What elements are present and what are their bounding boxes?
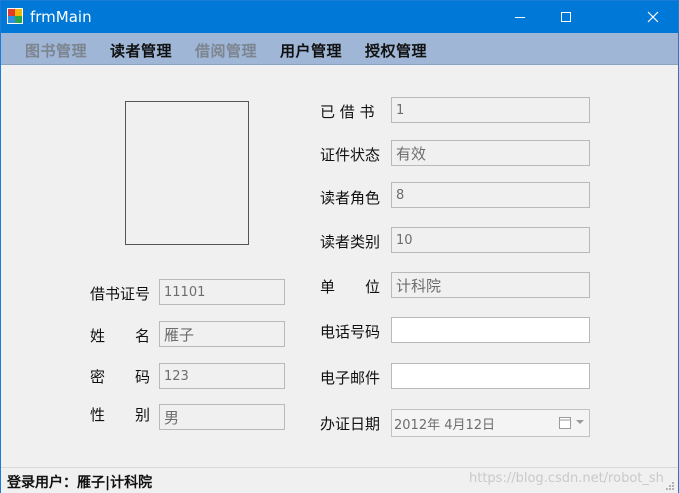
minimize-icon: [515, 17, 525, 18]
name-field[interactable]: 雁子: [159, 321, 285, 347]
borrowed-label: 已 借 书: [320, 103, 375, 121]
role-label: 读者角色: [320, 189, 381, 207]
maximize-icon: [561, 12, 571, 22]
menu-bar: 图书管理 读者管理 借阅管理 用户管理 授权管理: [1, 33, 678, 65]
issue-date-label: 办证日期: [320, 415, 381, 433]
borrowed-field[interactable]: 1: [391, 97, 590, 123]
gender-field[interactable]: 男: [159, 404, 285, 430]
email-field[interactable]: [391, 363, 590, 389]
role-field[interactable]: 8: [391, 182, 590, 208]
reader-photo[interactable]: [125, 101, 249, 245]
unit-field[interactable]: 计科院: [391, 272, 590, 298]
issue-date-picker[interactable]: 2012年 4月12日: [391, 409, 590, 437]
phone-label: 电话号码: [320, 323, 381, 341]
card-no-field[interactable]: 11101: [159, 279, 285, 305]
chevron-down-icon[interactable]: [575, 416, 585, 428]
gender-label: 性 别: [90, 406, 151, 424]
menu-user-management[interactable]: 用户管理: [280, 40, 342, 61]
menu-reader-management[interactable]: 读者管理: [110, 40, 172, 61]
close-icon: [647, 11, 659, 23]
close-button[interactable]: [628, 1, 678, 33]
resize-grip-icon[interactable]: [665, 481, 675, 491]
card-no-label: 借书证号: [90, 285, 151, 303]
status-field[interactable]: 有效: [391, 140, 590, 166]
status-label: 证件状态: [320, 146, 381, 164]
category-field[interactable]: 10: [391, 227, 590, 253]
password-label: 密 码: [90, 368, 151, 386]
title-bar: frmMain: [1, 1, 678, 33]
minimize-button[interactable]: [497, 1, 543, 33]
app-icon[interactable]: [7, 8, 23, 24]
menu-auth-management[interactable]: 授权管理: [365, 40, 427, 61]
password-field[interactable]: 123: [159, 363, 285, 389]
category-label: 读者类别: [320, 233, 381, 251]
login-user-status: 登录用户：雁子|计科院: [7, 475, 153, 491]
menu-book-management: 图书管理: [25, 42, 88, 60]
watermark-text: https://blog.csdn.net/robot_sh: [469, 471, 664, 486]
menu-borrow-management: 借阅管理: [195, 42, 258, 60]
window-title: frmMain: [30, 8, 92, 26]
issue-date-value: 2012年 4月12日: [394, 417, 496, 433]
main-window: frmMain 图书管理 读者管理 借阅管理 用户管理 授权管理 借书证号 11…: [0, 0, 679, 493]
unit-label: 单 位: [320, 278, 381, 296]
name-label: 姓 名: [90, 327, 151, 345]
calendar-icon[interactable]: [559, 416, 571, 429]
phone-field[interactable]: [391, 317, 590, 343]
email-label: 电子邮件: [320, 369, 381, 387]
maximize-button[interactable]: [543, 1, 589, 33]
